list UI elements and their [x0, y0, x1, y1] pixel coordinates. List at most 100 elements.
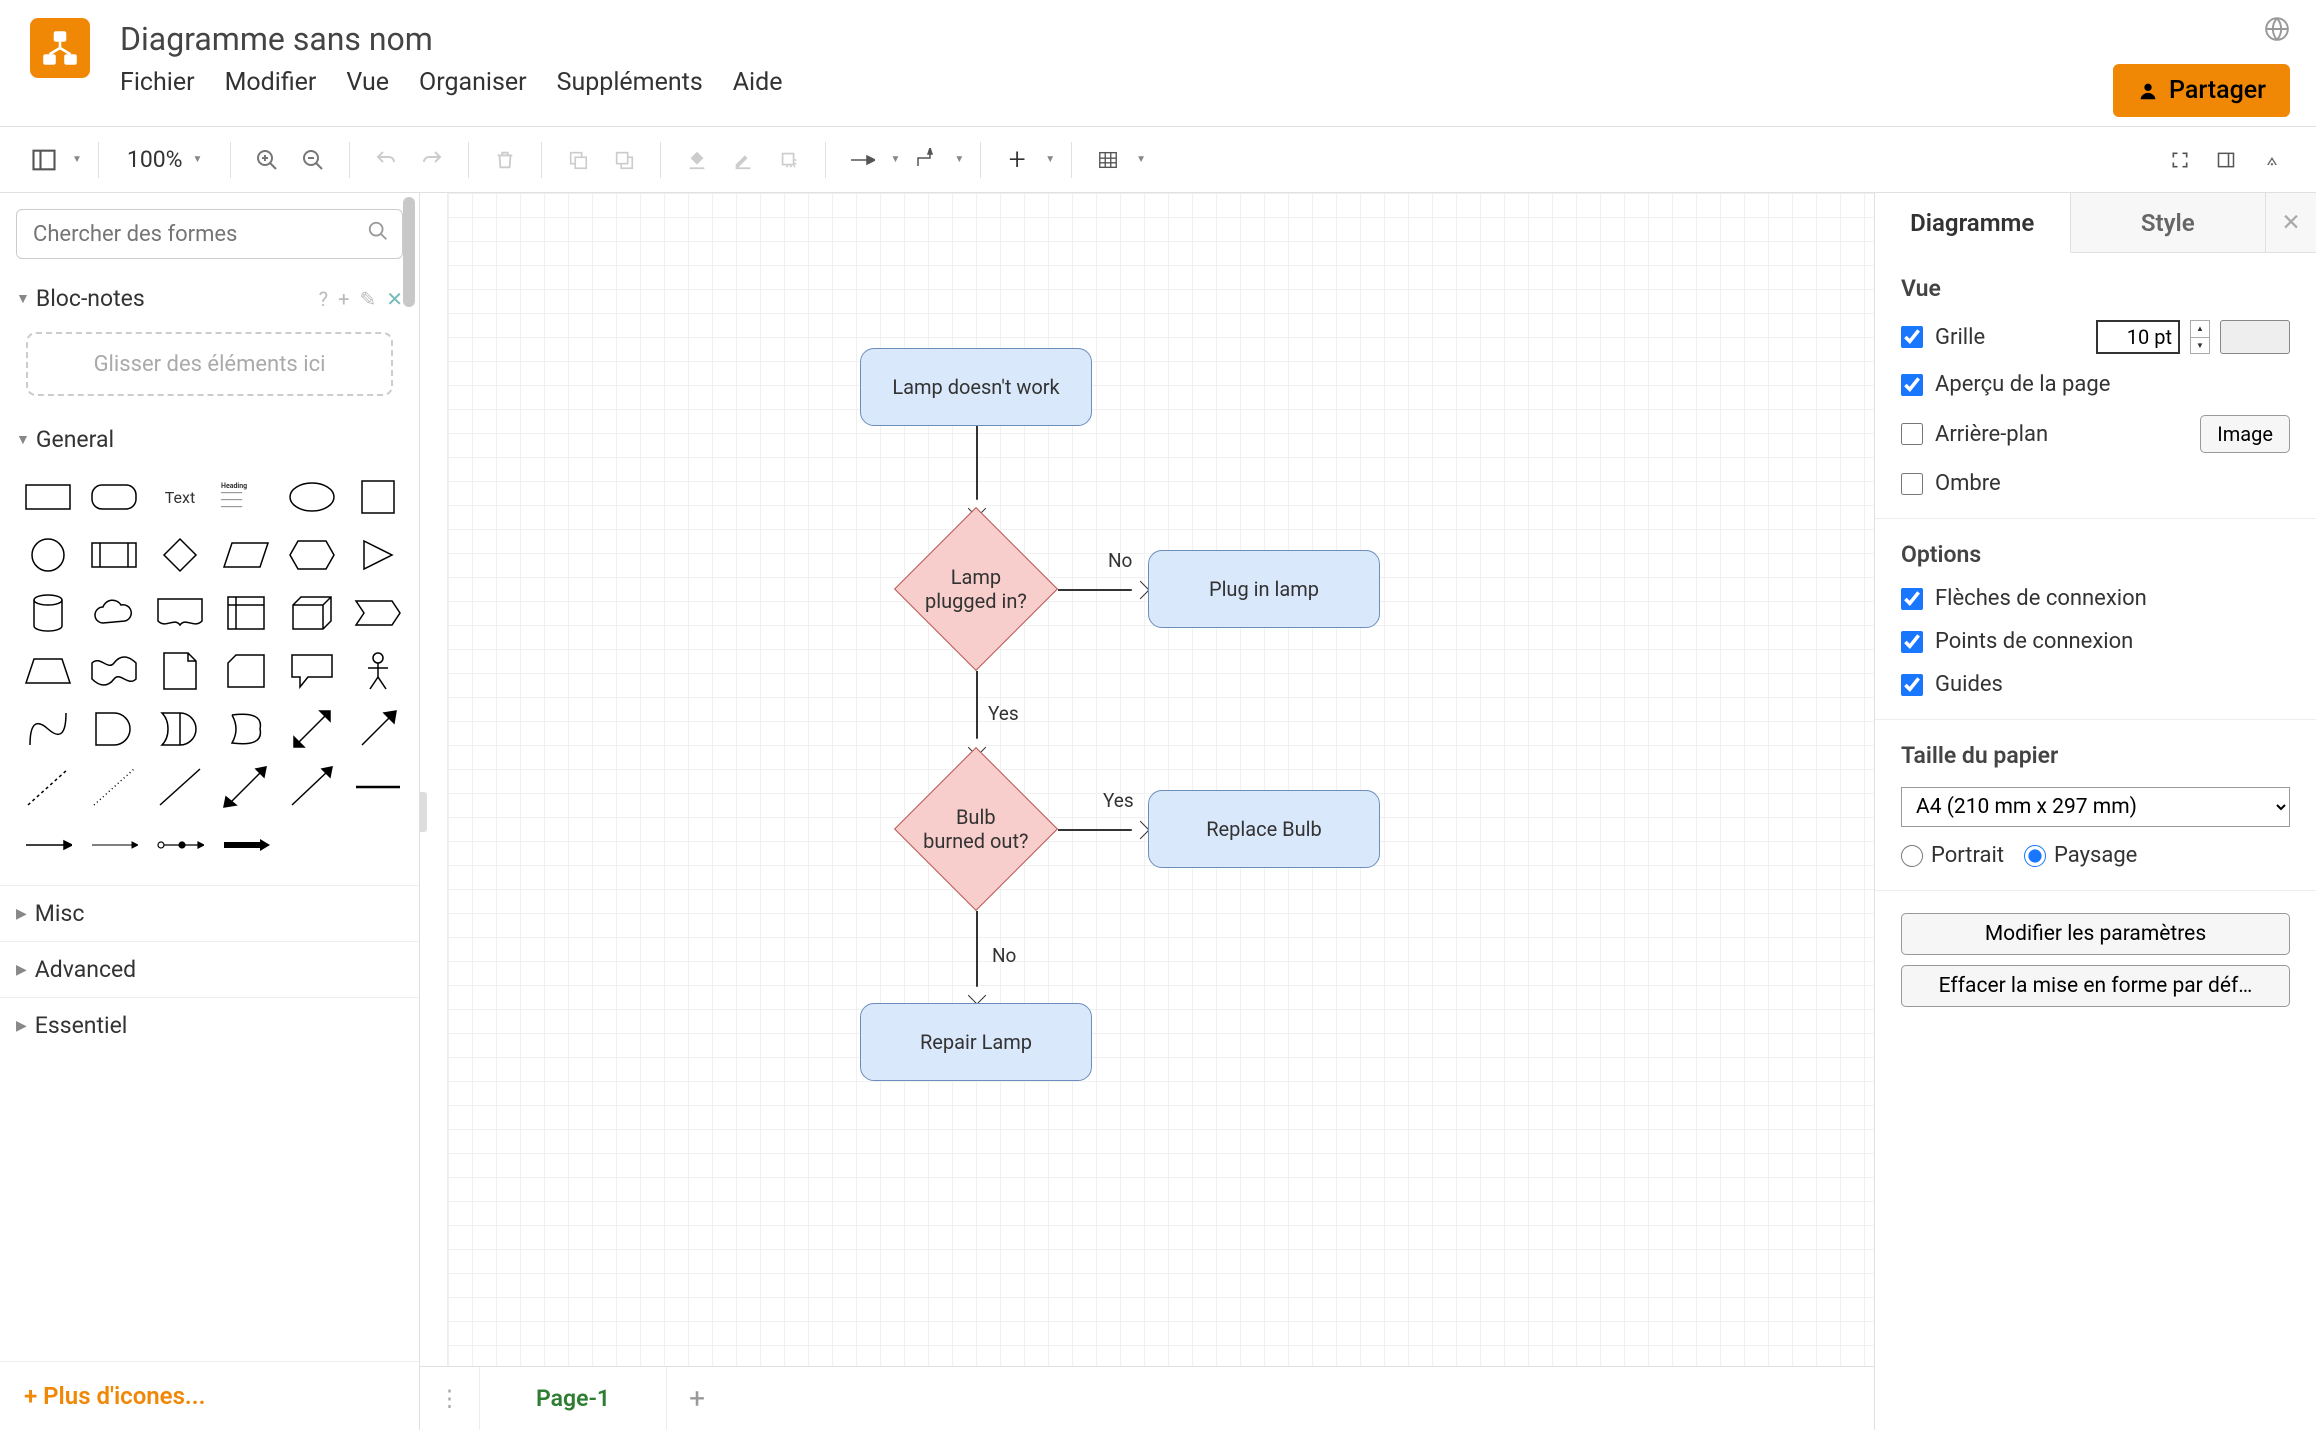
shape-parallelogram[interactable]	[218, 531, 274, 579]
shape-textbox[interactable]: Heading━━━━━━━━━━━━━━━	[218, 473, 274, 521]
shape-hexagon[interactable]	[284, 531, 340, 579]
language-icon[interactable]	[2264, 16, 2290, 48]
shape-link[interactable]	[350, 763, 406, 811]
background-checkbox[interactable]	[1901, 423, 1923, 445]
help-icon[interactable]: ?	[319, 287, 328, 311]
label-no-1[interactable]: No	[1108, 549, 1132, 572]
grid-size-stepper[interactable]: ▲▼	[2190, 320, 2210, 354]
shape-actor[interactable]	[350, 647, 406, 695]
line-color-button[interactable]	[723, 140, 763, 180]
guides-checkbox[interactable]	[1901, 674, 1923, 696]
menu-edit[interactable]: Modifier	[225, 68, 317, 97]
shape-triangle[interactable]	[350, 531, 406, 579]
edge-start-d1[interactable]	[976, 426, 978, 516]
shape-link-circle[interactable]	[152, 821, 208, 869]
category-misc[interactable]: ▶Misc	[0, 885, 419, 941]
shape-circle[interactable]	[20, 531, 76, 579]
chevron-down-icon[interactable]: ▼	[1045, 154, 1055, 165]
conn-arrows-checkbox[interactable]	[1901, 588, 1923, 610]
edit-icon[interactable]: ✎	[359, 287, 376, 311]
chevron-down-icon[interactable]: ▼	[72, 154, 82, 165]
app-logo[interactable]	[30, 18, 90, 78]
tab-menu-button[interactable]: ⋮	[420, 1367, 480, 1430]
zoom-out-button[interactable]	[293, 140, 333, 180]
waypoint-button[interactable]	[906, 140, 946, 180]
shape-tape[interactable]	[86, 647, 142, 695]
shape-step[interactable]	[350, 589, 406, 637]
sidebar-toggle-button[interactable]	[24, 140, 64, 180]
shape-dashed-line[interactable]	[20, 763, 76, 811]
page-preview-checkbox[interactable]	[1901, 374, 1923, 396]
shape-rectangle[interactable]	[20, 473, 76, 521]
portrait-radio[interactable]	[1901, 845, 1923, 867]
shape-cube[interactable]	[284, 589, 340, 637]
shape-process[interactable]	[86, 531, 142, 579]
background-image-button[interactable]: Image	[2200, 415, 2290, 453]
shape-text[interactable]: Text	[152, 473, 208, 521]
shape-bidi-edge[interactable]	[218, 763, 274, 811]
edge-d1-d2[interactable]	[976, 671, 978, 755]
edit-params-button[interactable]: Modifier les paramètres	[1901, 913, 2290, 955]
add-icon[interactable]: +	[338, 287, 349, 311]
category-advanced[interactable]: ▶Advanced	[0, 941, 419, 997]
shape-ellipse[interactable]	[284, 473, 340, 521]
grid-color-swatch[interactable]	[2220, 320, 2290, 354]
fill-color-button[interactable]	[677, 140, 717, 180]
edge-d1-r1[interactable]	[1058, 589, 1148, 591]
shape-directional-edge[interactable]	[284, 763, 340, 811]
menu-arrange[interactable]: Organiser	[419, 68, 527, 97]
shape-or[interactable]	[152, 705, 208, 753]
sidebar-scrollbar[interactable]	[403, 193, 415, 1430]
menu-extras[interactable]: Suppléments	[557, 68, 703, 97]
tab-add-button[interactable]: +	[667, 1382, 727, 1415]
label-yes-1[interactable]: Yes	[988, 702, 1019, 725]
shape-diamond[interactable]	[152, 531, 208, 579]
tab-style[interactable]: Style	[2071, 193, 2267, 252]
format-panel-button[interactable]	[2206, 140, 2246, 180]
chevron-down-icon[interactable]: ▼	[1136, 154, 1146, 165]
shape-cloud[interactable]	[86, 589, 142, 637]
general-header[interactable]: ▼ General	[0, 416, 419, 463]
scratchpad-dropzone[interactable]: Glisser des éléments ici	[26, 332, 393, 396]
table-button[interactable]	[1088, 140, 1128, 180]
shape-and[interactable]	[86, 705, 142, 753]
shape-document[interactable]	[152, 589, 208, 637]
label-no-2[interactable]: No	[992, 944, 1016, 967]
label-yes-2[interactable]: Yes	[1103, 789, 1134, 812]
category-essential[interactable]: ▶Essentiel	[0, 997, 419, 1053]
edge-d2-r2[interactable]	[1058, 829, 1148, 831]
tab-page-1[interactable]: Page-1	[480, 1367, 667, 1430]
shape-arrow[interactable]	[350, 705, 406, 753]
edge-d2-end[interactable]	[976, 911, 978, 1003]
delete-button[interactable]	[485, 140, 525, 180]
node-replace[interactable]: Replace Bulb	[1148, 790, 1380, 868]
shape-cylinder[interactable]	[20, 589, 76, 637]
zoom-in-button[interactable]	[247, 140, 287, 180]
shadow-checkbox[interactable]	[1901, 473, 1923, 495]
redo-button[interactable]	[412, 140, 452, 180]
zoom-level[interactable]: 100%▼	[115, 146, 215, 173]
shape-data-storage[interactable]	[218, 705, 274, 753]
to-back-button[interactable]	[604, 140, 644, 180]
fullscreen-button[interactable]	[2160, 140, 2200, 180]
right-panel-close[interactable]: ✕	[2266, 193, 2316, 252]
share-button[interactable]: Partager	[2113, 64, 2290, 117]
sidebar-collapse-handle[interactable]	[420, 792, 427, 832]
grid-size-input[interactable]	[2096, 320, 2180, 354]
shape-link-arrow[interactable]	[20, 821, 76, 869]
connection-button[interactable]	[842, 140, 882, 180]
clear-default-button[interactable]: Effacer la mise en forme par déf…	[1901, 965, 2290, 1007]
shape-link-thin[interactable]	[86, 821, 142, 869]
collapse-button[interactable]: ⟑	[2252, 140, 2292, 180]
shape-internal-storage[interactable]	[218, 589, 274, 637]
document-title[interactable]: Diagramme sans nom	[120, 20, 2113, 58]
shape-rounded-rect[interactable]	[86, 473, 142, 521]
chevron-down-icon[interactable]: ▼	[954, 154, 964, 165]
undo-button[interactable]	[366, 140, 406, 180]
shadow-button[interactable]	[769, 140, 809, 180]
node-start[interactable]: Lamp doesn't work	[860, 348, 1092, 426]
node-decision-2[interactable]: Bulb burned out?	[894, 747, 1058, 911]
canvas[interactable]: Lamp doesn't work Lamp plugged in? No Pl…	[448, 193, 1874, 1430]
shape-curve[interactable]	[20, 705, 76, 753]
shape-square[interactable]	[350, 473, 406, 521]
